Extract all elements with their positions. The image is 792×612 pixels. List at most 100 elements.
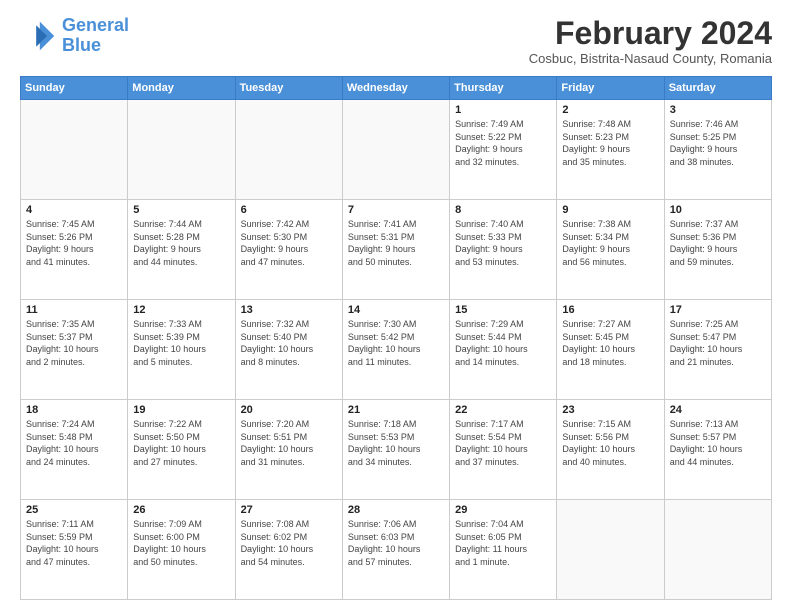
- day-info: Sunrise: 7:29 AM Sunset: 5:44 PM Dayligh…: [455, 318, 551, 368]
- day-info: Sunrise: 7:37 AM Sunset: 5:36 PM Dayligh…: [670, 218, 766, 268]
- calendar-table: SundayMondayTuesdayWednesdayThursdayFrid…: [20, 76, 772, 600]
- day-cell: [235, 100, 342, 200]
- day-number: 20: [241, 404, 337, 416]
- day-number: 26: [133, 504, 229, 516]
- day-cell: 6 Sunrise: 7:42 AM Sunset: 5:30 PM Daylig…: [235, 200, 342, 300]
- day-cell: 9Sunrise: 7:38 AM Sunset: 5:34 PM Daylig…: [557, 200, 664, 300]
- day-info: Sunrise: 7:20 AM Sunset: 5:51 PM Dayligh…: [241, 418, 337, 468]
- day-number: 3: [670, 104, 766, 116]
- week-row-2: 11 Sunrise: 7:35 AM Sunset: 5:37 PM Dayli…: [21, 300, 772, 400]
- day-info: Sunrise: 7:46 AM Sunset: 5:25 PM Dayligh…: [670, 118, 766, 168]
- day-info: Sunrise: 7:06 AM Sunset: 6:03 PM Dayligh…: [348, 518, 444, 568]
- day-info: Sunrise: 7:08 AM Sunset: 6:02 PM Dayligh…: [241, 518, 337, 568]
- day-info: Sunrise: 7:30 AM Sunset: 5:42 PM Dayligh…: [348, 318, 444, 368]
- day-info: Sunrise: 7:40 AM Sunset: 5:33 PM Dayligh…: [455, 218, 551, 268]
- logo: General Blue: [20, 16, 129, 56]
- day-info: Sunrise: 7:09 AM Sunset: 6:00 PM Dayligh…: [133, 518, 229, 568]
- day-number: 13: [241, 304, 337, 316]
- header-cell-thursday: Thursday: [450, 77, 557, 100]
- day-cell: 24 Sunrise: 7:13 AM Sunset: 5:57 PM Dayli…: [664, 400, 771, 500]
- day-cell: 27 Sunrise: 7:08 AM Sunset: 6:02 PM Dayli…: [235, 500, 342, 600]
- header: General Blue February 2024 Cosbuc, Bistr…: [20, 16, 772, 66]
- day-cell: 29 Sunrise: 7:04 AM Sunset: 6:05 PM Dayli…: [450, 500, 557, 600]
- day-number: 16: [562, 304, 658, 316]
- day-info: Sunrise: 7:33 AM Sunset: 5:39 PM Dayligh…: [133, 318, 229, 368]
- day-cell: 7 Sunrise: 7:41 AM Sunset: 5:31 PM Daylig…: [342, 200, 449, 300]
- day-number: 2: [562, 104, 658, 116]
- day-cell: 20 Sunrise: 7:20 AM Sunset: 5:51 PM Dayli…: [235, 400, 342, 500]
- day-cell: 8 Sunrise: 7:40 AM Sunset: 5:33 PM Daylig…: [450, 200, 557, 300]
- day-info: Sunrise: 7:38 AM Sunset: 5:34 PM Dayligh…: [562, 218, 658, 268]
- header-cell-friday: Friday: [557, 77, 664, 100]
- day-info: Sunrise: 7:27 AM Sunset: 5:45 PM Dayligh…: [562, 318, 658, 368]
- month-title: February 2024: [529, 16, 772, 51]
- day-number: 24: [670, 404, 766, 416]
- week-row-1: 4Sunrise: 7:45 AM Sunset: 5:26 PM Daylig…: [21, 200, 772, 300]
- day-info: Sunrise: 7:49 AM Sunset: 5:22 PM Dayligh…: [455, 118, 551, 168]
- day-cell: [342, 100, 449, 200]
- day-number: 10: [670, 204, 766, 216]
- logo-line1: General: [62, 15, 129, 35]
- day-cell: 1Sunrise: 7:49 AM Sunset: 5:22 PM Daylig…: [450, 100, 557, 200]
- day-number: 11: [26, 304, 122, 316]
- day-cell: 14 Sunrise: 7:30 AM Sunset: 5:42 PM Dayli…: [342, 300, 449, 400]
- header-cell-sunday: Sunday: [21, 77, 128, 100]
- day-info: Sunrise: 7:44 AM Sunset: 5:28 PM Dayligh…: [133, 218, 229, 268]
- day-number: 23: [562, 404, 658, 416]
- day-info: Sunrise: 7:25 AM Sunset: 5:47 PM Dayligh…: [670, 318, 766, 368]
- day-cell: 4Sunrise: 7:45 AM Sunset: 5:26 PM Daylig…: [21, 200, 128, 300]
- week-row-4: 25Sunrise: 7:11 AM Sunset: 5:59 PM Dayli…: [21, 500, 772, 600]
- day-info: Sunrise: 7:35 AM Sunset: 5:37 PM Dayligh…: [26, 318, 122, 368]
- day-number: 25: [26, 504, 122, 516]
- day-info: Sunrise: 7:15 AM Sunset: 5:56 PM Dayligh…: [562, 418, 658, 468]
- day-number: 17: [670, 304, 766, 316]
- day-number: 14: [348, 304, 444, 316]
- week-row-0: 1Sunrise: 7:49 AM Sunset: 5:22 PM Daylig…: [21, 100, 772, 200]
- day-number: 22: [455, 404, 551, 416]
- subtitle: Cosbuc, Bistrita-Nasaud County, Romania: [529, 51, 772, 66]
- day-info: Sunrise: 7:17 AM Sunset: 5:54 PM Dayligh…: [455, 418, 551, 468]
- header-cell-wednesday: Wednesday: [342, 77, 449, 100]
- day-number: 5: [133, 204, 229, 216]
- day-number: 28: [348, 504, 444, 516]
- day-info: Sunrise: 7:13 AM Sunset: 5:57 PM Dayligh…: [670, 418, 766, 468]
- page: General Blue February 2024 Cosbuc, Bistr…: [0, 0, 792, 612]
- day-number: 27: [241, 504, 337, 516]
- day-info: Sunrise: 7:18 AM Sunset: 5:53 PM Dayligh…: [348, 418, 444, 468]
- day-cell: 15 Sunrise: 7:29 AM Sunset: 5:44 PM Dayli…: [450, 300, 557, 400]
- day-number: 6: [241, 204, 337, 216]
- day-number: 15: [455, 304, 551, 316]
- day-info: Sunrise: 7:04 AM Sunset: 6:05 PM Dayligh…: [455, 518, 551, 568]
- day-number: 21: [348, 404, 444, 416]
- header-cell-tuesday: Tuesday: [235, 77, 342, 100]
- logo-icon: [20, 18, 56, 54]
- day-info: Sunrise: 7:42 AM Sunset: 5:30 PM Dayligh…: [241, 218, 337, 268]
- logo-line2: Blue: [62, 35, 101, 55]
- header-cell-monday: Monday: [128, 77, 235, 100]
- week-row-3: 18 Sunrise: 7:24 AM Sunset: 5:48 PM Dayli…: [21, 400, 772, 500]
- day-cell: 16 Sunrise: 7:27 AM Sunset: 5:45 PM Dayli…: [557, 300, 664, 400]
- day-cell: [128, 100, 235, 200]
- day-info: Sunrise: 7:24 AM Sunset: 5:48 PM Dayligh…: [26, 418, 122, 468]
- calendar-body: 1Sunrise: 7:49 AM Sunset: 5:22 PM Daylig…: [21, 100, 772, 600]
- day-number: 18: [26, 404, 122, 416]
- day-info: Sunrise: 7:41 AM Sunset: 5:31 PM Dayligh…: [348, 218, 444, 268]
- day-info: Sunrise: 7:22 AM Sunset: 5:50 PM Dayligh…: [133, 418, 229, 468]
- day-cell: 28 Sunrise: 7:06 AM Sunset: 6:03 PM Dayli…: [342, 500, 449, 600]
- day-cell: 19Sunrise: 7:22 AM Sunset: 5:50 PM Dayli…: [128, 400, 235, 500]
- day-cell: [557, 500, 664, 600]
- day-info: Sunrise: 7:45 AM Sunset: 5:26 PM Dayligh…: [26, 218, 122, 268]
- day-cell: 10 Sunrise: 7:37 AM Sunset: 5:36 PM Dayli…: [664, 200, 771, 300]
- day-number: 8: [455, 204, 551, 216]
- day-cell: 13 Sunrise: 7:32 AM Sunset: 5:40 PM Dayli…: [235, 300, 342, 400]
- header-cell-saturday: Saturday: [664, 77, 771, 100]
- header-row: SundayMondayTuesdayWednesdayThursdayFrid…: [21, 77, 772, 100]
- day-number: 7: [348, 204, 444, 216]
- day-cell: 18 Sunrise: 7:24 AM Sunset: 5:48 PM Dayli…: [21, 400, 128, 500]
- day-cell: [664, 500, 771, 600]
- day-number: 29: [455, 504, 551, 516]
- day-cell: 11 Sunrise: 7:35 AM Sunset: 5:37 PM Dayli…: [21, 300, 128, 400]
- day-info: Sunrise: 7:48 AM Sunset: 5:23 PM Dayligh…: [562, 118, 658, 168]
- logo-text: General Blue: [62, 16, 129, 56]
- day-info: Sunrise: 7:32 AM Sunset: 5:40 PM Dayligh…: [241, 318, 337, 368]
